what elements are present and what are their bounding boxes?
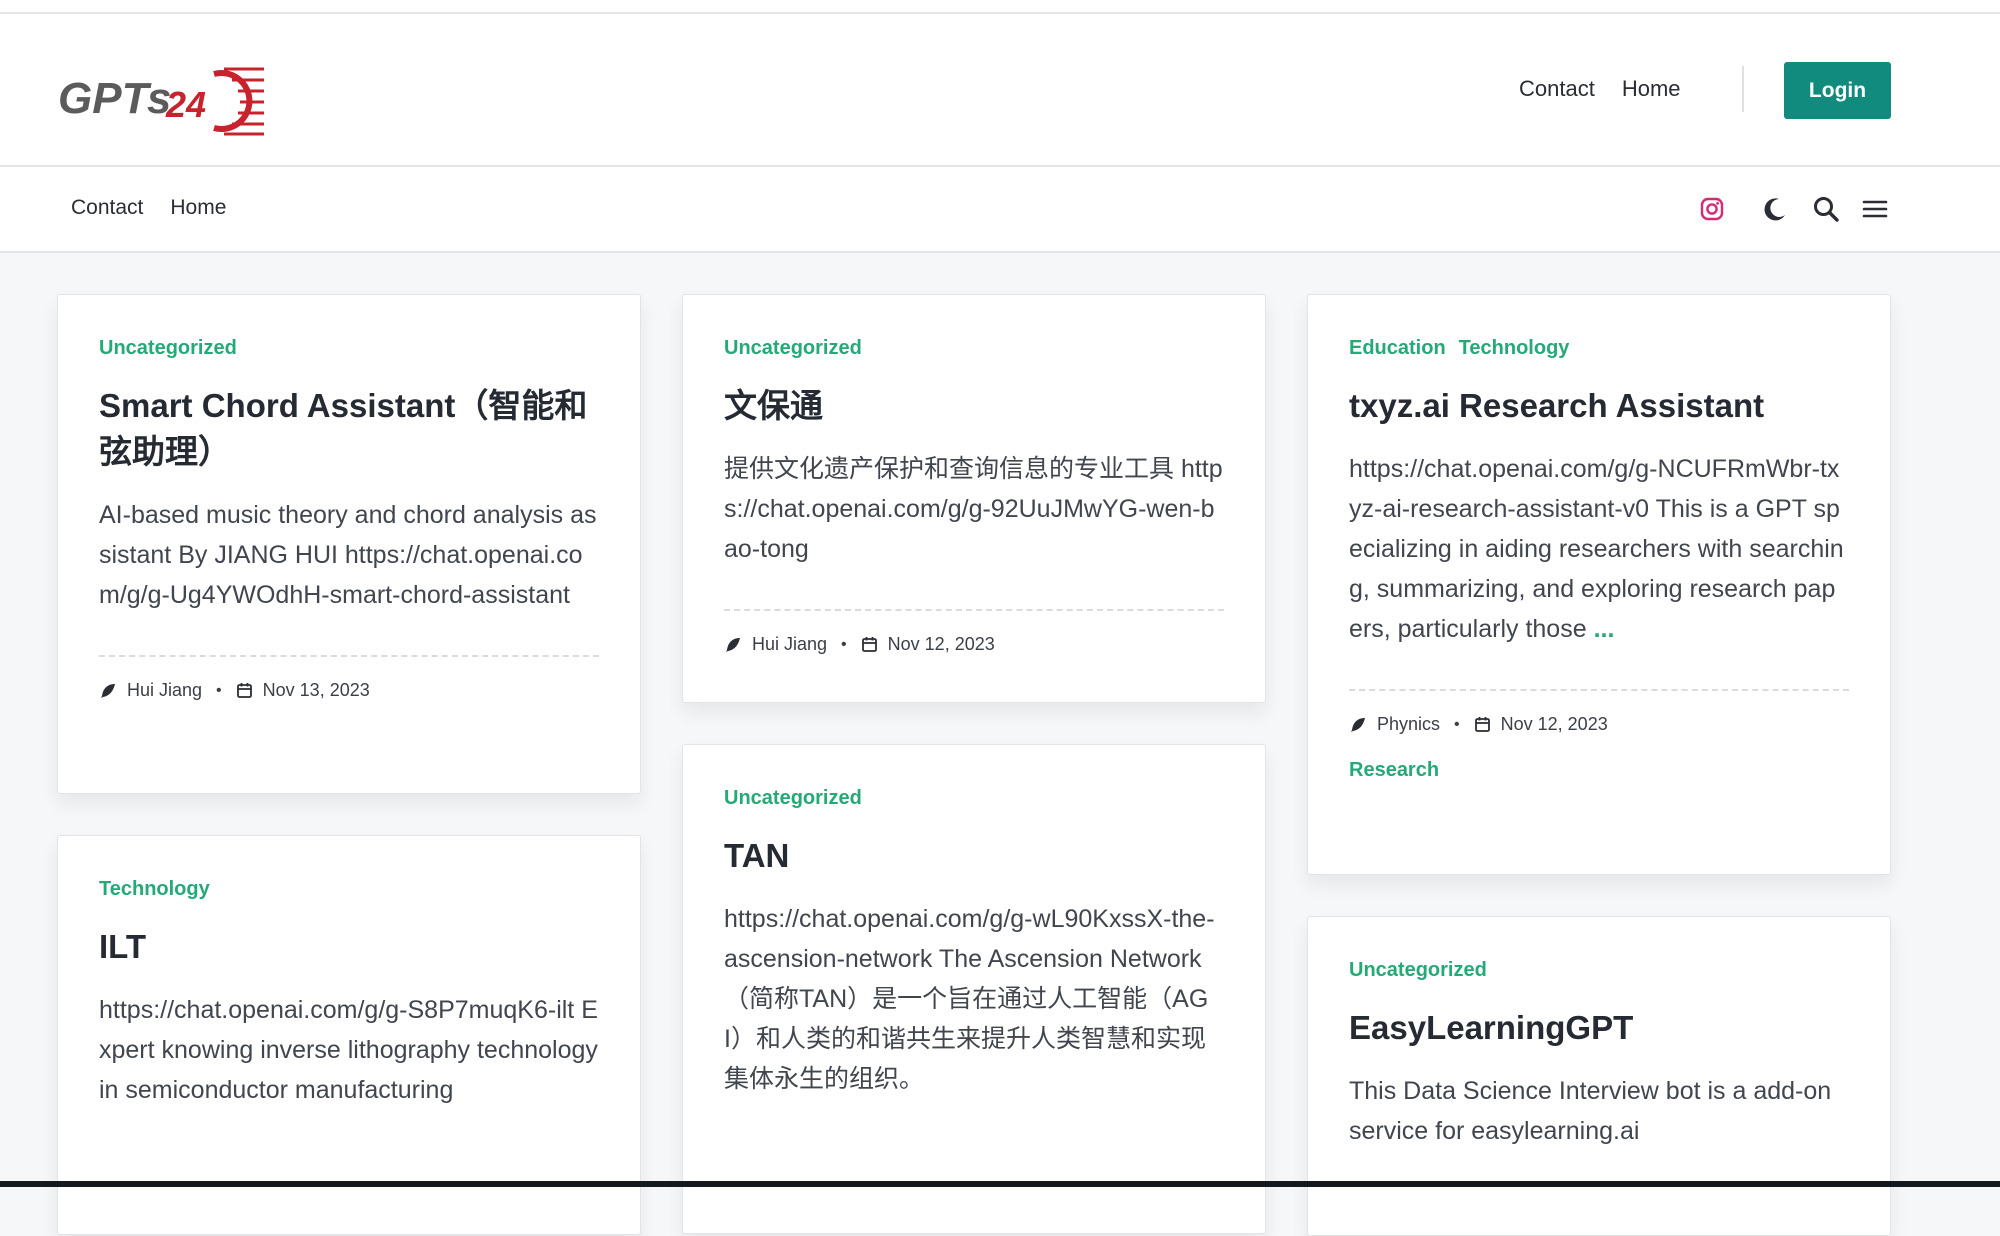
bottom-edge [0, 1181, 2000, 1187]
top-rule [0, 0, 2000, 14]
post-excerpt: AI-based music theory and chord analysis… [99, 501, 597, 609]
post-title[interactable]: ILT [99, 924, 599, 970]
post-card: Uncategorized 文保通 提供文化遗产保护和查询信息的专业工具 htt… [682, 294, 1266, 703]
post-excerpt: 提供文化遗产保护和查询信息的专业工具 https://chat.openai.c… [724, 455, 1223, 563]
calendar-icon [1474, 717, 1490, 732]
meta-separator: • [841, 635, 847, 653]
post-categories: Technology [99, 878, 599, 904]
post-meta: Phynics • Nov 12, 2023 [1349, 714, 1849, 735]
card-divider [724, 609, 1224, 611]
calendar-icon [861, 637, 877, 652]
meta-separator: • [1454, 715, 1460, 733]
post-date: Nov 13, 2023 [262, 680, 370, 700]
post-categories: Uncategorized [724, 337, 1224, 363]
feather-icon [101, 683, 115, 698]
post-author[interactable]: Hui Jiang [752, 634, 827, 655]
moon-icon[interactable] [1760, 194, 1790, 224]
calendar-icon [236, 683, 252, 698]
header-nav: Contact Home [1519, 76, 1681, 102]
post-meta: Hui Jiang • Nov 13, 2023 [99, 680, 599, 701]
feather-icon [726, 637, 740, 652]
instagram-icon[interactable] [1697, 194, 1727, 224]
secondary-nav: Contact Home [0, 167, 2000, 253]
category-link[interactable]: Uncategorized [1349, 959, 1487, 985]
post-author[interactable]: Hui Jiang [127, 680, 202, 701]
post-card: Uncategorized EasyLearningGPT This Data … [1307, 916, 1891, 1236]
category-link[interactable]: Uncategorized [99, 337, 237, 363]
post-card: Technology ILT https://chat.openai.com/g… [57, 835, 641, 1235]
post-meta: Hui Jiang • Nov 12, 2023 [724, 634, 1224, 655]
card-divider [1349, 689, 1849, 691]
post-excerpt: https://chat.openai.com/g/g-NCUFRmWbr-tx… [1349, 449, 1849, 649]
subnav-links: Contact Home [71, 196, 226, 220]
post-grid: Uncategorized Smart Chord Assistant（智能和弦… [57, 294, 1893, 1236]
logo-number: 24 [166, 84, 207, 125]
site-logo[interactable]: GPTs 24 [56, 52, 266, 142]
category-link[interactable]: Uncategorized [724, 787, 862, 813]
post-title[interactable]: TAN [724, 833, 1224, 879]
post-title[interactable]: EasyLearningGPT [1349, 1005, 1849, 1051]
post-categories: Uncategorized [1349, 959, 1849, 985]
post-tag[interactable]: Research [1349, 759, 1849, 782]
post-categories: Uncategorized [99, 337, 599, 363]
search-icon[interactable] [1811, 194, 1841, 224]
post-excerpt: This Data Science Interview bot is a add… [1349, 1077, 1832, 1145]
post-title[interactable]: Smart Chord Assistant（智能和弦助理） [99, 383, 599, 475]
category-link[interactable]: Technology [99, 878, 210, 904]
post-card: Uncategorized Smart Chord Assistant（智能和弦… [57, 294, 641, 794]
post-author[interactable]: Phynics [1377, 714, 1440, 735]
login-button[interactable]: Login [1784, 62, 1891, 119]
post-title[interactable]: txyz.ai Research Assistant [1349, 383, 1849, 429]
read-more-link[interactable]: ... [1594, 615, 1615, 643]
post-card: Uncategorized TAN https://chat.openai.co… [682, 744, 1266, 1234]
post-date: Nov 12, 2023 [1500, 714, 1608, 734]
header-divider [1742, 66, 1744, 112]
post-title[interactable]: 文保通 [724, 383, 1224, 429]
menu-icon[interactable] [1860, 194, 1890, 224]
meta-separator: • [216, 681, 222, 699]
header-nav-contact[interactable]: Contact [1519, 76, 1595, 102]
logo-text: GPTs [58, 74, 172, 123]
category-link[interactable]: Technology [1459, 337, 1570, 363]
subnav-contact[interactable]: Contact [71, 196, 143, 220]
feather-icon [1351, 717, 1365, 732]
post-date: Nov 12, 2023 [887, 634, 995, 654]
card-divider [99, 655, 599, 657]
category-link[interactable]: Education [1349, 337, 1446, 363]
header-nav-home[interactable]: Home [1622, 76, 1681, 102]
post-categories: Education Technology [1349, 337, 1849, 363]
site-header: GPTs 24 Contact Home Login [0, 14, 2000, 167]
post-excerpt: https://chat.openai.com/g/g-S8P7muqK6-il… [99, 996, 598, 1104]
post-categories: Uncategorized [724, 787, 1224, 813]
post-card: Education Technology txyz.ai Research As… [1307, 294, 1891, 875]
post-excerpt: https://chat.openai.com/g/g-wL90KxssX-th… [724, 905, 1215, 1093]
category-link[interactable]: Uncategorized [724, 337, 862, 363]
subnav-home[interactable]: Home [170, 196, 226, 220]
